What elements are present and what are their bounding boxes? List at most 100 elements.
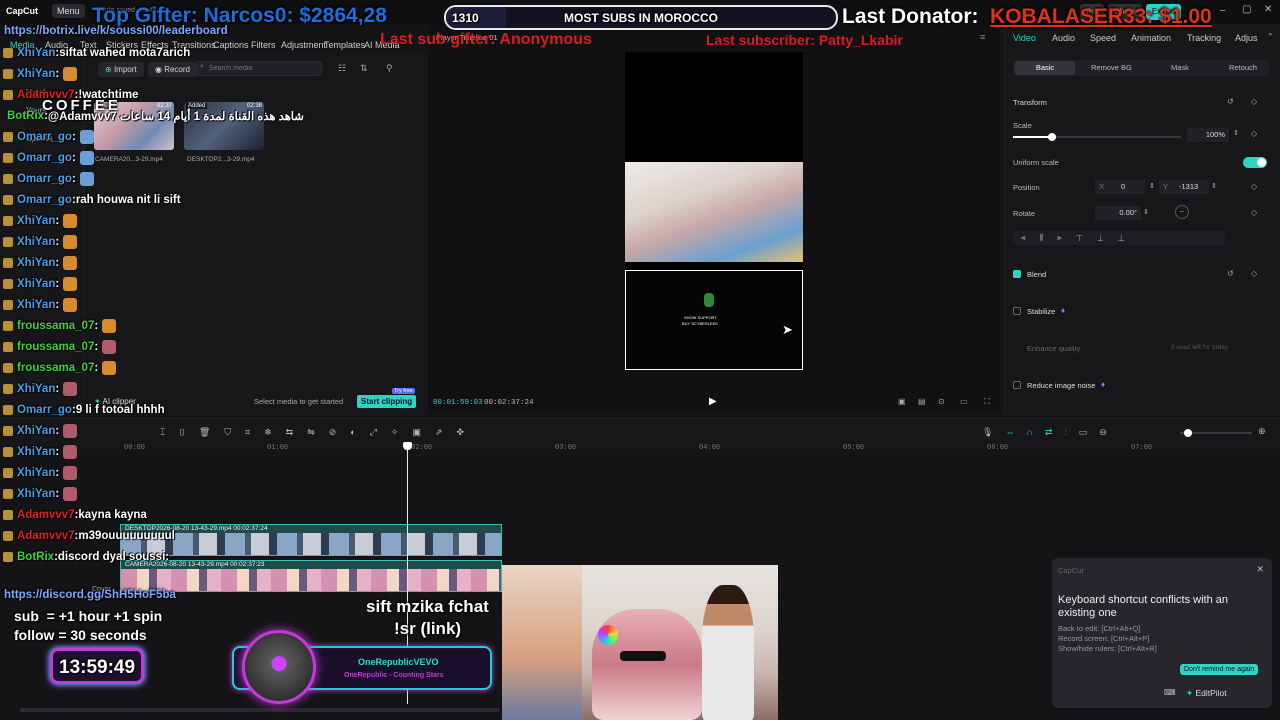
scale-slider[interactable] — [1013, 133, 1181, 141]
transform-heading[interactable]: Transform — [1013, 98, 1047, 107]
player-menu-icon[interactable]: ≡ — [980, 32, 985, 42]
minimize-icon[interactable]: – — [1220, 5, 1226, 16]
reduce-noise-checkbox[interactable] — [1013, 381, 1021, 389]
chat-username[interactable]: XhiYan — [17, 68, 55, 80]
zoom-slider-handle[interactable] — [1184, 429, 1192, 437]
snap-icon[interactable]: ⇄ — [1045, 427, 1053, 438]
caption-icon[interactable]: ▣ — [412, 427, 421, 438]
scale-stepper-icon[interactable]: ⇕ — [1233, 129, 1239, 137]
stabilize-label[interactable]: Stabilize — [1027, 307, 1055, 316]
chat-username[interactable]: Omarr_go — [17, 152, 72, 164]
magic-icon[interactable]: ✧ — [391, 427, 399, 438]
reverse-icon[interactable]: ⇆ — [286, 427, 294, 438]
preview-axis-icon[interactable]: ⫶ — [1064, 427, 1066, 438]
keyframe-icon[interactable]: ◇ — [1251, 182, 1257, 191]
chat-username[interactable]: BotRix — [17, 551, 54, 563]
convert-icon[interactable]: ⇗ — [435, 427, 443, 438]
feedback-icon[interactable]: ⌨ — [1164, 688, 1176, 697]
player-canvas[interactable]: SHOW SUPPORT BUY SCYBERLEEK — [625, 52, 803, 370]
leaderboard-link[interactable]: https://botrix.live/k/soussi00/leaderboa… — [4, 25, 228, 37]
keyframe-icon[interactable]: ◇ — [1251, 269, 1257, 278]
timeline-zoom-slider[interactable] — [1180, 429, 1252, 437]
stabilize-checkbox[interactable] — [1013, 307, 1021, 315]
link-icon[interactable]: ⇔ — [1005, 427, 1014, 438]
reduce-noise-label[interactable]: Reduce image noise — [1027, 381, 1095, 390]
chat-username[interactable]: XhiYan — [17, 467, 55, 479]
align-top-icon[interactable]: ⊤ — [1076, 234, 1083, 243]
zoom-out-icon[interactable]: ⊖ — [1099, 427, 1107, 438]
chat-username[interactable]: XhiYan — [17, 383, 55, 395]
chat-username[interactable]: XhiYan — [17, 488, 55, 500]
mask-icon[interactable]: ◐ — [350, 427, 355, 438]
keyframe-icon[interactable]: ◇ — [1251, 97, 1257, 106]
tool-templates[interactable]: Templates — [324, 40, 365, 50]
keyframe-icon[interactable]: ◇ — [1251, 129, 1257, 138]
rotate-dial-icon[interactable]: – — [1175, 205, 1189, 219]
align-right-icon[interactable]: ⫸ — [1057, 233, 1062, 243]
tab-adjust[interactable]: Adjus — [1235, 33, 1258, 43]
chat-username[interactable]: Omarr_go — [17, 173, 72, 185]
view-grid-icon[interactable]: ☷ — [338, 63, 346, 74]
freeze-icon[interactable]: ❄ — [264, 427, 272, 438]
close-icon[interactable]: ✕ — [1264, 4, 1272, 15]
chat-username[interactable]: XhiYan — [17, 47, 55, 59]
align-middle-icon[interactable]: ⊥ — [1097, 234, 1104, 243]
subtab-retouch[interactable]: Retouch — [1229, 63, 1257, 72]
align-left-icon[interactable]: ⫷ — [1021, 233, 1026, 243]
chat-username[interactable]: XhiYan — [17, 278, 55, 290]
play-icon[interactable]: ▶ — [709, 396, 717, 407]
transform-icon[interactable]: ⤢ — [370, 427, 377, 438]
fit-icon[interactable]: ▣ — [898, 397, 906, 406]
magnet-icon[interactable]: ∩ — [1026, 427, 1032, 438]
chat-username[interactable]: XhiYan — [17, 425, 55, 437]
scale-value-field[interactable]: 100% — [1187, 128, 1229, 142]
tab-tracking[interactable]: Tracking — [1187, 33, 1221, 43]
chat-username[interactable]: XhiYan — [17, 299, 55, 311]
ai-icon[interactable]: ✜ — [457, 427, 465, 438]
start-clipping-button[interactable]: Start clipping — [357, 395, 417, 408]
scale-slider-handle[interactable] — [1047, 133, 1056, 141]
speed-icon[interactable]: ⊘ — [329, 427, 337, 438]
reset-icon[interactable]: ↺ — [1227, 269, 1234, 278]
position-y-field[interactable]: Y -1313 — [1159, 180, 1209, 194]
zoom-icon[interactable]: ⊙ — [938, 397, 945, 406]
chat-username[interactable]: Adamvvv7 — [17, 89, 75, 101]
tool-adjustment[interactable]: Adjustment — [281, 40, 326, 50]
keyframe-icon[interactable]: ◇ — [1251, 208, 1257, 217]
filter-icon[interactable]: ⚲ — [386, 63, 393, 74]
zoom-in-icon[interactable]: ⊕ — [1258, 426, 1266, 437]
canvas-selected-layer[interactable]: SHOW SUPPORT BUY SCYBERLEEK — [625, 270, 803, 370]
tab-speed[interactable]: Speed — [1090, 33, 1116, 43]
chat-username[interactable]: XhiYan — [17, 215, 55, 227]
crop-icon[interactable]: ⌗ — [245, 427, 250, 438]
dont-remind-button[interactable]: Don't remind me again — [1180, 664, 1259, 675]
uniform-scale-toggle[interactable] — [1243, 157, 1267, 168]
align-bottom-icon[interactable]: ⊥ — [1118, 234, 1125, 243]
chat-username[interactable]: Adamvvv7 — [17, 530, 75, 542]
menu-button[interactable]: Menu — [52, 4, 85, 18]
position-x-stepper-icon[interactable]: ⇕ — [1149, 182, 1155, 190]
sort-icon[interactable]: ⇅ — [360, 63, 368, 74]
ratio-icon[interactable]: ▭ — [960, 397, 968, 406]
chat-username[interactable]: Adamvvv7 — [17, 509, 75, 521]
tab-video[interactable]: Video — [1013, 33, 1036, 43]
blend-label[interactable]: Blend — [1027, 270, 1046, 279]
subtab-remove-bg[interactable]: Remove BG — [1091, 63, 1132, 72]
chat-username[interactable]: froussama_07 — [17, 362, 94, 374]
mirror-icon[interactable]: ⇋ — [307, 427, 315, 438]
fullscreen-icon[interactable]: ⛶ — [984, 397, 990, 407]
blend-checkbox[interactable] — [1013, 270, 1021, 278]
rotate-stepper-icon[interactable]: ⇕ — [1143, 208, 1149, 216]
timeline-ruler[interactable]: 00:00 01:00 02:00 03:00 04:00 05:00 06:0… — [120, 444, 1280, 456]
caption-track-icon[interactable]: ▭ — [1079, 427, 1088, 438]
quality-icon[interactable]: ▤ — [918, 397, 926, 406]
chat-username[interactable]: XhiYan — [17, 257, 55, 269]
position-y-stepper-icon[interactable]: ⇕ — [1211, 182, 1217, 190]
playhead-handle[interactable] — [403, 442, 412, 450]
reset-icon[interactable]: ↺ — [1227, 97, 1234, 106]
chat-username[interactable]: XhiYan — [17, 446, 55, 458]
timeline-scrollbar[interactable] — [20, 708, 500, 712]
chat-username[interactable]: Omarr_go — [17, 131, 72, 143]
subtab-basic[interactable]: Basic — [1015, 61, 1075, 75]
discord-link[interactable]: https://discord.gg/ShH5HoF5ba — [4, 589, 176, 601]
